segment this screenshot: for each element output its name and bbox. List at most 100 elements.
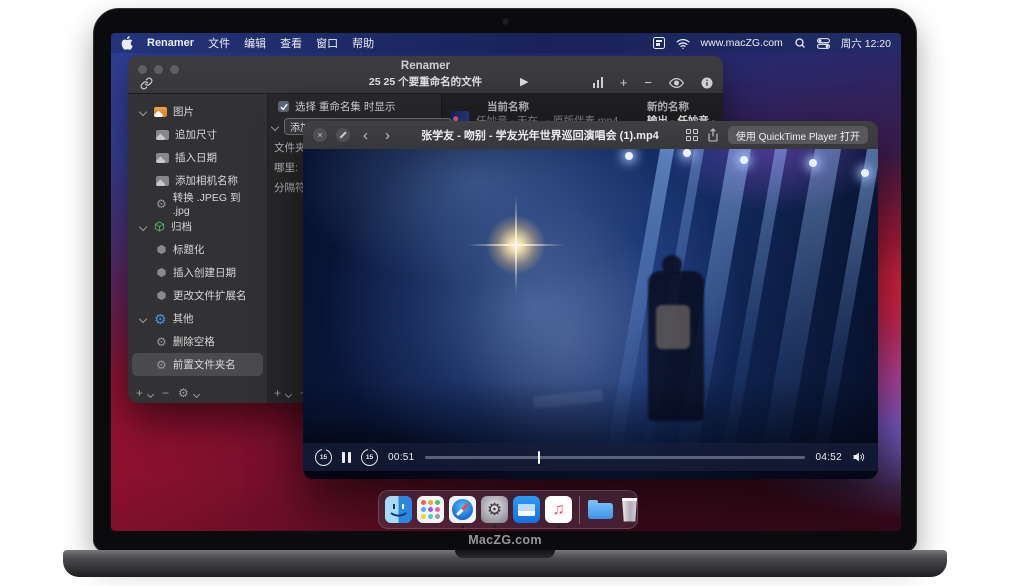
add-file-button[interactable]: + xyxy=(274,386,281,400)
sidebar-item-titlecase[interactable]: 标题化 xyxy=(132,238,263,261)
add-icon[interactable]: + xyxy=(620,76,628,89)
photo-icon xyxy=(154,107,167,117)
photo-icon xyxy=(156,130,169,140)
column-new-name[interactable]: 新的名称 xyxy=(647,99,689,114)
gear-icon: ⚙ xyxy=(156,359,167,371)
close-button[interactable]: × xyxy=(313,128,327,142)
share-icon[interactable] xyxy=(707,128,719,142)
apple-menu-icon[interactable] xyxy=(121,36,133,50)
safari-icon[interactable] xyxy=(449,496,476,523)
disclosure-chevron-icon[interactable] xyxy=(139,222,147,230)
skip-back-15-button[interactable]: 15 xyxy=(315,449,332,466)
sidebar-item-append-size[interactable]: 追加尺寸 xyxy=(132,123,263,146)
active-app-name[interactable]: Renamer xyxy=(147,37,194,49)
sidebar-group-other[interactable]: ⚙ 其他 xyxy=(132,307,263,330)
menu-help[interactable]: 帮助 xyxy=(352,35,374,51)
show-checkbox[interactable] xyxy=(278,101,289,112)
launchpad-icon[interactable] xyxy=(417,496,444,523)
index-sheet-icon[interactable] xyxy=(686,129,698,141)
disclosure-chevron-icon[interactable] xyxy=(139,107,147,115)
quicklook-window: × ‹ › 张学友 - 吻别 - 学友光年世界巡回演唱会 (1).mp4 使用 … xyxy=(303,121,878,479)
sidebar-item-insert-date[interactable]: 插入日期 xyxy=(132,146,263,169)
playback-controls: 15 15 00:51 04:52 xyxy=(303,443,878,471)
running-indicator xyxy=(493,525,496,528)
previous-item-button[interactable]: ‹ xyxy=(359,128,372,143)
chevron-down-icon[interactable] xyxy=(193,391,200,398)
sidebar-item-change-extension[interactable]: 更改文件扩展名 xyxy=(132,284,263,307)
menu-file[interactable]: 文件 xyxy=(208,35,230,51)
desktop: Renamer 文件 编辑 查看 窗口 帮助 www.macZG.com xyxy=(111,33,901,531)
renamer-titlebar[interactable]: Renamer 25 25 个要重命名的文件 ▶ + − xyxy=(128,56,723,94)
cube-icon xyxy=(156,244,167,255)
traffic-light-buttons[interactable] xyxy=(138,65,179,74)
screen-bezel: Renamer 文件 编辑 查看 窗口 帮助 www.macZG.com xyxy=(93,8,917,552)
input-source-icon[interactable] xyxy=(653,37,665,49)
link-icon[interactable] xyxy=(140,77,153,90)
dock: ⚙ ♫ xyxy=(378,490,638,529)
add-action-button[interactable]: + xyxy=(136,386,143,400)
trash-icon[interactable] xyxy=(621,498,638,522)
menu-edit[interactable]: 编辑 xyxy=(244,35,266,51)
menu-view[interactable]: 查看 xyxy=(280,35,302,51)
label-where: 哪里: xyxy=(274,160,298,175)
run-rename-button[interactable]: ▶ xyxy=(520,75,528,88)
stats-icon[interactable] xyxy=(593,77,603,88)
window-title: Renamer xyxy=(128,56,723,72)
remove-icon[interactable]: − xyxy=(644,76,652,89)
info-icon[interactable] xyxy=(701,77,713,89)
pause-button[interactable] xyxy=(342,452,351,463)
playhead[interactable] xyxy=(538,451,541,464)
chevron-down-icon[interactable] xyxy=(285,391,292,398)
sidebar-group-images[interactable]: 图片 xyxy=(132,100,263,123)
system-preferences-icon[interactable]: ⚙ xyxy=(481,496,508,523)
music-icon[interactable]: ♫ xyxy=(545,496,572,523)
sidebar-item-insert-creation-date[interactable]: 插入创建日期 xyxy=(132,261,263,284)
gear-icon: ⚙ xyxy=(156,198,167,210)
sidebar-item-add-camera-name[interactable]: 添加相机名称 xyxy=(132,169,263,192)
show-checkbox-label[interactable]: 选择 重命名集 时显示 xyxy=(295,99,395,114)
next-item-button[interactable]: › xyxy=(381,128,394,143)
column-current-name[interactable]: 当前名称 xyxy=(487,99,529,114)
photo-icon xyxy=(156,153,169,163)
seek-bar[interactable] xyxy=(425,456,806,459)
photo-icon xyxy=(156,176,169,186)
volume-icon[interactable] xyxy=(852,451,866,463)
control-center-icon[interactable] xyxy=(817,38,830,49)
dock-separator xyxy=(579,496,580,524)
running-indicator xyxy=(461,525,464,528)
downloads-folder-icon[interactable] xyxy=(587,496,614,523)
laptop-base xyxy=(63,550,947,577)
cube-icon xyxy=(156,267,167,278)
gear-icon: ⚙ xyxy=(154,312,167,326)
status-url[interactable]: www.macZG.com xyxy=(701,37,783,49)
disclosure-chevron-icon[interactable] xyxy=(139,314,147,322)
sidebar-item-remove-spaces[interactable]: ⚙ 删除空格 xyxy=(132,330,263,353)
cube-icon xyxy=(156,290,167,301)
open-with-quicktime-button[interactable]: 使用 QuickTime Player 打开 xyxy=(728,126,868,144)
chevron-down-icon[interactable] xyxy=(147,391,154,398)
mail-icon[interactable] xyxy=(513,496,540,523)
skip-forward-15-button[interactable]: 15 xyxy=(361,449,378,466)
menu-bar: Renamer 文件 编辑 查看 窗口 帮助 www.macZG.com xyxy=(111,33,901,53)
fullscreen-button[interactable] xyxy=(336,128,350,142)
search-icon[interactable] xyxy=(794,37,806,49)
quicklook-titlebar[interactable]: × ‹ › 张学友 - 吻别 - 学友光年世界巡回演唱会 (1).mp4 使用 … xyxy=(303,121,878,149)
sidebar-item-convert-jpeg[interactable]: ⚙ 转换 .JPEG 到 .jpg xyxy=(132,192,263,215)
sidebar-item-prepend-folder-name[interactable]: ⚙ 前置文件夹名 xyxy=(132,353,263,376)
webcam xyxy=(503,19,508,24)
sidebar-group-archive[interactable]: 归档 xyxy=(132,215,263,238)
wifi-icon[interactable] xyxy=(676,38,690,49)
total-duration: 04:52 xyxy=(815,452,842,463)
finder-icon[interactable] xyxy=(385,496,412,523)
action-settings-button[interactable]: ⚙ xyxy=(178,386,189,400)
disclosure-chevron-icon[interactable] xyxy=(271,122,279,130)
running-indicator xyxy=(557,525,560,528)
lid-notch xyxy=(455,550,555,558)
remove-action-button[interactable]: − xyxy=(162,386,169,400)
video-frame[interactable]: 15 15 00:51 04:52 xyxy=(303,149,878,479)
preview-eye-icon[interactable] xyxy=(669,78,684,88)
actions-sidebar: 图片 追加尺寸 插入日期 添加相机名称 xyxy=(128,94,268,403)
menu-window[interactable]: 窗口 xyxy=(316,35,338,51)
gear-icon: ⚙ xyxy=(156,336,167,348)
clock[interactable]: 周六 12:20 xyxy=(841,36,891,51)
